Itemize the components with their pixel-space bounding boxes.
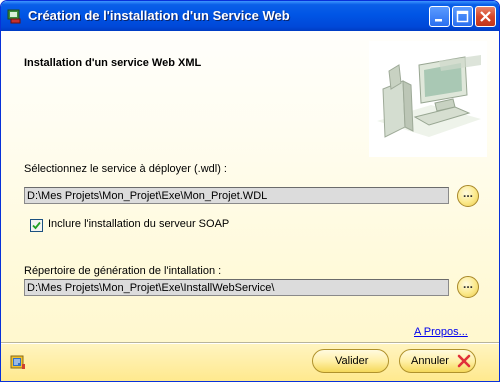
output-browse-button[interactable]: ...	[457, 276, 479, 298]
service-browse-button[interactable]: ...	[457, 185, 479, 207]
close-icon	[480, 11, 491, 22]
output-dir-label: Répertoire de génération de l'intallatio…	[24, 265, 222, 277]
title-bar[interactable]: Création de l'installation d'un Service …	[1, 1, 499, 31]
app-icon	[7, 9, 21, 24]
output-dir-input[interactable]: D:\Mes Projets\Mon_Projet\Exe\InstallWeb…	[24, 279, 449, 296]
service-path-input[interactable]: D:\Mes Projets\Mon_Projet\Exe\Mon_Projet…	[24, 187, 449, 204]
button-bar: Valider Annuler	[1, 344, 499, 381]
checkmark-icon	[32, 221, 41, 230]
about-link[interactable]: A Propos...	[414, 326, 468, 338]
window-title: Création de l'installation d'un Service …	[28, 8, 290, 23]
cancel-x-icon	[457, 354, 471, 368]
validate-button[interactable]: Valider	[312, 349, 389, 373]
minimize-button[interactable]	[429, 6, 450, 27]
maximize-button[interactable]	[452, 6, 473, 27]
minimize-icon	[435, 19, 442, 22]
maximize-icon	[456, 10, 469, 23]
cancel-button-label: Annuler	[411, 355, 449, 367]
cancel-button[interactable]: Annuler	[399, 349, 476, 373]
service-label: Sélectionnez le service à déployer (.wdl…	[24, 163, 227, 175]
soap-checkbox-label[interactable]: Inclure l'installation du serveur SOAP	[48, 218, 229, 230]
close-button[interactable]	[475, 6, 496, 27]
help-book-icon[interactable]	[10, 354, 26, 370]
wizard-window: Création de l'installation d'un Service …	[0, 0, 500, 382]
validate-button-label: Valider	[335, 355, 369, 367]
soap-checkbox[interactable]	[30, 219, 43, 232]
computer-illustration	[369, 41, 487, 157]
page-heading: Installation d'un service Web XML	[24, 57, 202, 69]
